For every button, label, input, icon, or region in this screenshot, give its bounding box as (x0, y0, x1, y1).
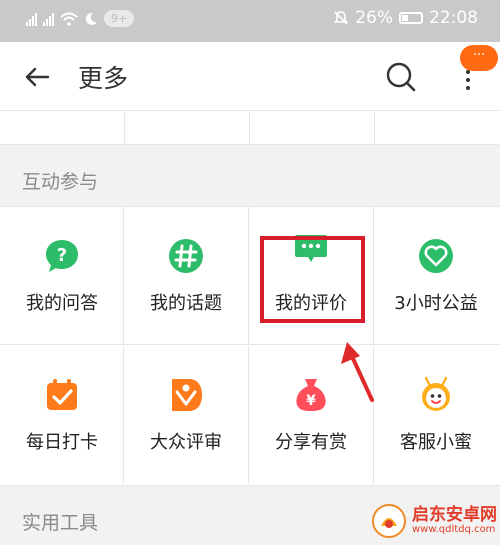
signal-icon (26, 12, 37, 26)
svg-text:¥: ¥ (306, 393, 316, 409)
heart-icon (419, 239, 453, 273)
question-icon: ? (46, 240, 78, 272)
watermark-name: 启东安卓网 (412, 504, 497, 525)
battery-icon (399, 12, 423, 24)
svg-text:?: ? (57, 245, 67, 266)
grid-item-daily-checkin[interactable]: 每日打卡 (0, 346, 124, 484)
notification-count: 9+ (104, 10, 135, 27)
more-menu-badge: ··· (460, 45, 498, 71)
grid-item-label: 客服小蜜 (400, 432, 472, 453)
previous-grid-row (0, 111, 500, 145)
money-bag-icon: ¥ (296, 379, 326, 411)
moon-icon (85, 12, 97, 25)
watermark: 启东安卓网 www.qdltdq.com (372, 497, 500, 545)
interaction-grid: ? 我的问答 我的话题 我的评价 3小时公益 每日打卡 大众评审 ¥ 分享有赏 … (0, 206, 500, 486)
grid-item-my-topics[interactable]: 我的话题 (124, 207, 249, 345)
grid-item-charity[interactable]: 3小时公益 (374, 207, 500, 345)
grid-item-public-review[interactable]: 大众评审 (124, 346, 249, 484)
grid-item-customer-service[interactable]: 客服小蜜 (374, 346, 500, 484)
watermark-url: www.qdltdq.com (412, 523, 496, 535)
grid-item-label: 分享有赏 (275, 432, 347, 453)
search-icon[interactable] (384, 60, 418, 94)
back-arrow-icon[interactable] (22, 62, 52, 92)
grid-item-label: 我的话题 (150, 293, 222, 314)
section-title-tools: 实用工具 (22, 512, 99, 534)
highlight-box (260, 236, 365, 323)
grid-item-label: 我的问答 (26, 293, 98, 314)
judge-icon (172, 379, 202, 411)
grid-item-my-qa[interactable]: ? 我的问答 (0, 207, 124, 345)
hashtag-icon (169, 239, 203, 273)
more-menu-icon[interactable] (458, 68, 478, 92)
page-title: 更多 (78, 64, 129, 93)
clock: 22:08 (429, 8, 478, 28)
pointer-arrow-icon (341, 342, 374, 402)
checkin-icon (47, 379, 77, 410)
wifi-icon (60, 12, 78, 26)
watermark-logo-icon (372, 504, 406, 538)
bee-icon (422, 376, 450, 411)
grid-item-label: 大众评审 (150, 432, 222, 453)
app-header: 更多 (0, 42, 500, 111)
signal-icon-2 (43, 12, 54, 26)
status-left: 9+ (26, 10, 135, 27)
battery-percent: 26% (355, 8, 393, 28)
section-title-interaction: 互动参与 (22, 171, 99, 193)
grid-item-label: 每日打卡 (26, 432, 98, 453)
grid-item-label: 3小时公益 (394, 293, 478, 314)
mute-bell-icon (334, 11, 349, 25)
status-bar: 9+ 26% 22:08 (0, 0, 500, 42)
status-right: 26% 22:08 (333, 8, 478, 28)
